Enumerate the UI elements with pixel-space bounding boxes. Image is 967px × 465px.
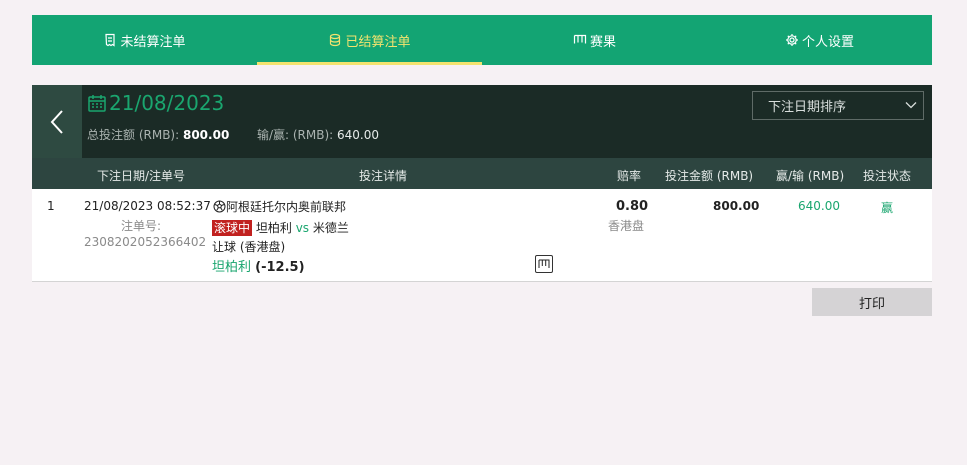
away-team: 米德兰	[312, 221, 349, 235]
bet-id-label: 注单号:	[121, 219, 162, 233]
col-details: 投注详情	[359, 169, 408, 183]
home-team: 坦柏利	[255, 221, 292, 235]
sort-dropdown[interactable]: 下注日期排序	[752, 91, 924, 120]
tab-label: 未结算注单	[120, 34, 186, 50]
tab-settled-bets[interactable]: 已结算注单	[257, 15, 482, 65]
settled-bets-header: 21/08/2023 总投注额 (RMB): 800.00 输/赢: (RMB)…	[32, 85, 932, 158]
back-button[interactable]	[32, 85, 82, 158]
row-index: 1	[47, 199, 55, 213]
match-line: 滚球中 坦柏利 vs 米德兰	[212, 219, 349, 236]
tab-results[interactable]: 赛果	[482, 15, 707, 65]
tab-label: 已结算注单	[345, 34, 411, 50]
live-badge: 滚球中	[212, 220, 253, 236]
vs-separator: vs	[295, 221, 310, 235]
print-button[interactable]: 打印	[812, 288, 932, 316]
table-header: 下注日期/注单号 投注详情 赔率 投注金额 (RMB) 赢/输 (RMB) 投注…	[32, 158, 932, 189]
selection-handicap: (-12.5)	[255, 260, 305, 275]
winloss-label: 输/赢: (RMB):	[256, 128, 334, 142]
bet-id-value: 2308202052366402	[84, 235, 207, 249]
scoreboard-icon	[573, 33, 587, 47]
calendar-icon	[88, 95, 106, 112]
tab-label: 个人设置	[801, 34, 854, 50]
scoreboard-icon[interactable]	[535, 255, 553, 273]
bet-history-tabs: 未结算注单 已结算注单 赛果 个人设置	[32, 15, 932, 65]
total-stake-label: 总投注额 (RMB):	[87, 128, 180, 142]
coins-icon	[328, 33, 342, 47]
winloss-value: 640.00	[337, 128, 380, 142]
col-status: 投注状态	[863, 169, 912, 183]
col-odds: 赔率	[617, 169, 642, 183]
table-row: 1 21/08/2023 08:52:37 注单号: 2308202052366…	[32, 189, 932, 282]
col-date-id: 下注日期/注单号	[97, 169, 186, 183]
tab-unsettled-bets[interactable]: 未结算注单	[32, 15, 257, 65]
soccer-ball-icon	[213, 200, 226, 213]
tab-personal-settings[interactable]: 个人设置	[707, 15, 932, 65]
odds-value: 0.80	[616, 199, 649, 214]
chevron-left-icon	[50, 109, 63, 134]
league-name: 阿根廷托尔内奥前联邦	[226, 200, 347, 214]
col-winloss: 赢/输 (RMB)	[776, 169, 845, 183]
receipt-icon	[103, 33, 117, 47]
chevron-down-icon	[905, 102, 917, 109]
tab-label: 赛果	[589, 34, 616, 50]
league-line: 阿根廷托尔内奥前联邦	[213, 198, 346, 215]
stake-value: 800.00	[713, 199, 760, 213]
selection-team: 坦柏利	[212, 260, 252, 275]
status-badge: 赢	[881, 201, 894, 215]
market-type: 让球 (香港盘)	[212, 240, 286, 254]
col-stake: 投注金额 (RMB)	[665, 169, 754, 183]
bet-datetime: 21/08/2023 08:52:37	[84, 199, 211, 213]
bet-summary: 总投注额 (RMB): 800.00 输/赢: (RMB): 640.00	[87, 126, 379, 143]
total-stake-value: 800.00	[182, 128, 230, 142]
selected-date: 21/08/2023	[109, 91, 225, 115]
odds-type: 香港盘	[608, 219, 645, 233]
sort-dropdown-label: 下注日期排序	[768, 100, 847, 115]
winloss-value: 640.00	[798, 199, 840, 213]
date-display: 21/08/2023	[87, 91, 224, 115]
gear-icon	[785, 33, 799, 47]
selection-line: 坦柏利 (-12.5)	[212, 256, 305, 275]
